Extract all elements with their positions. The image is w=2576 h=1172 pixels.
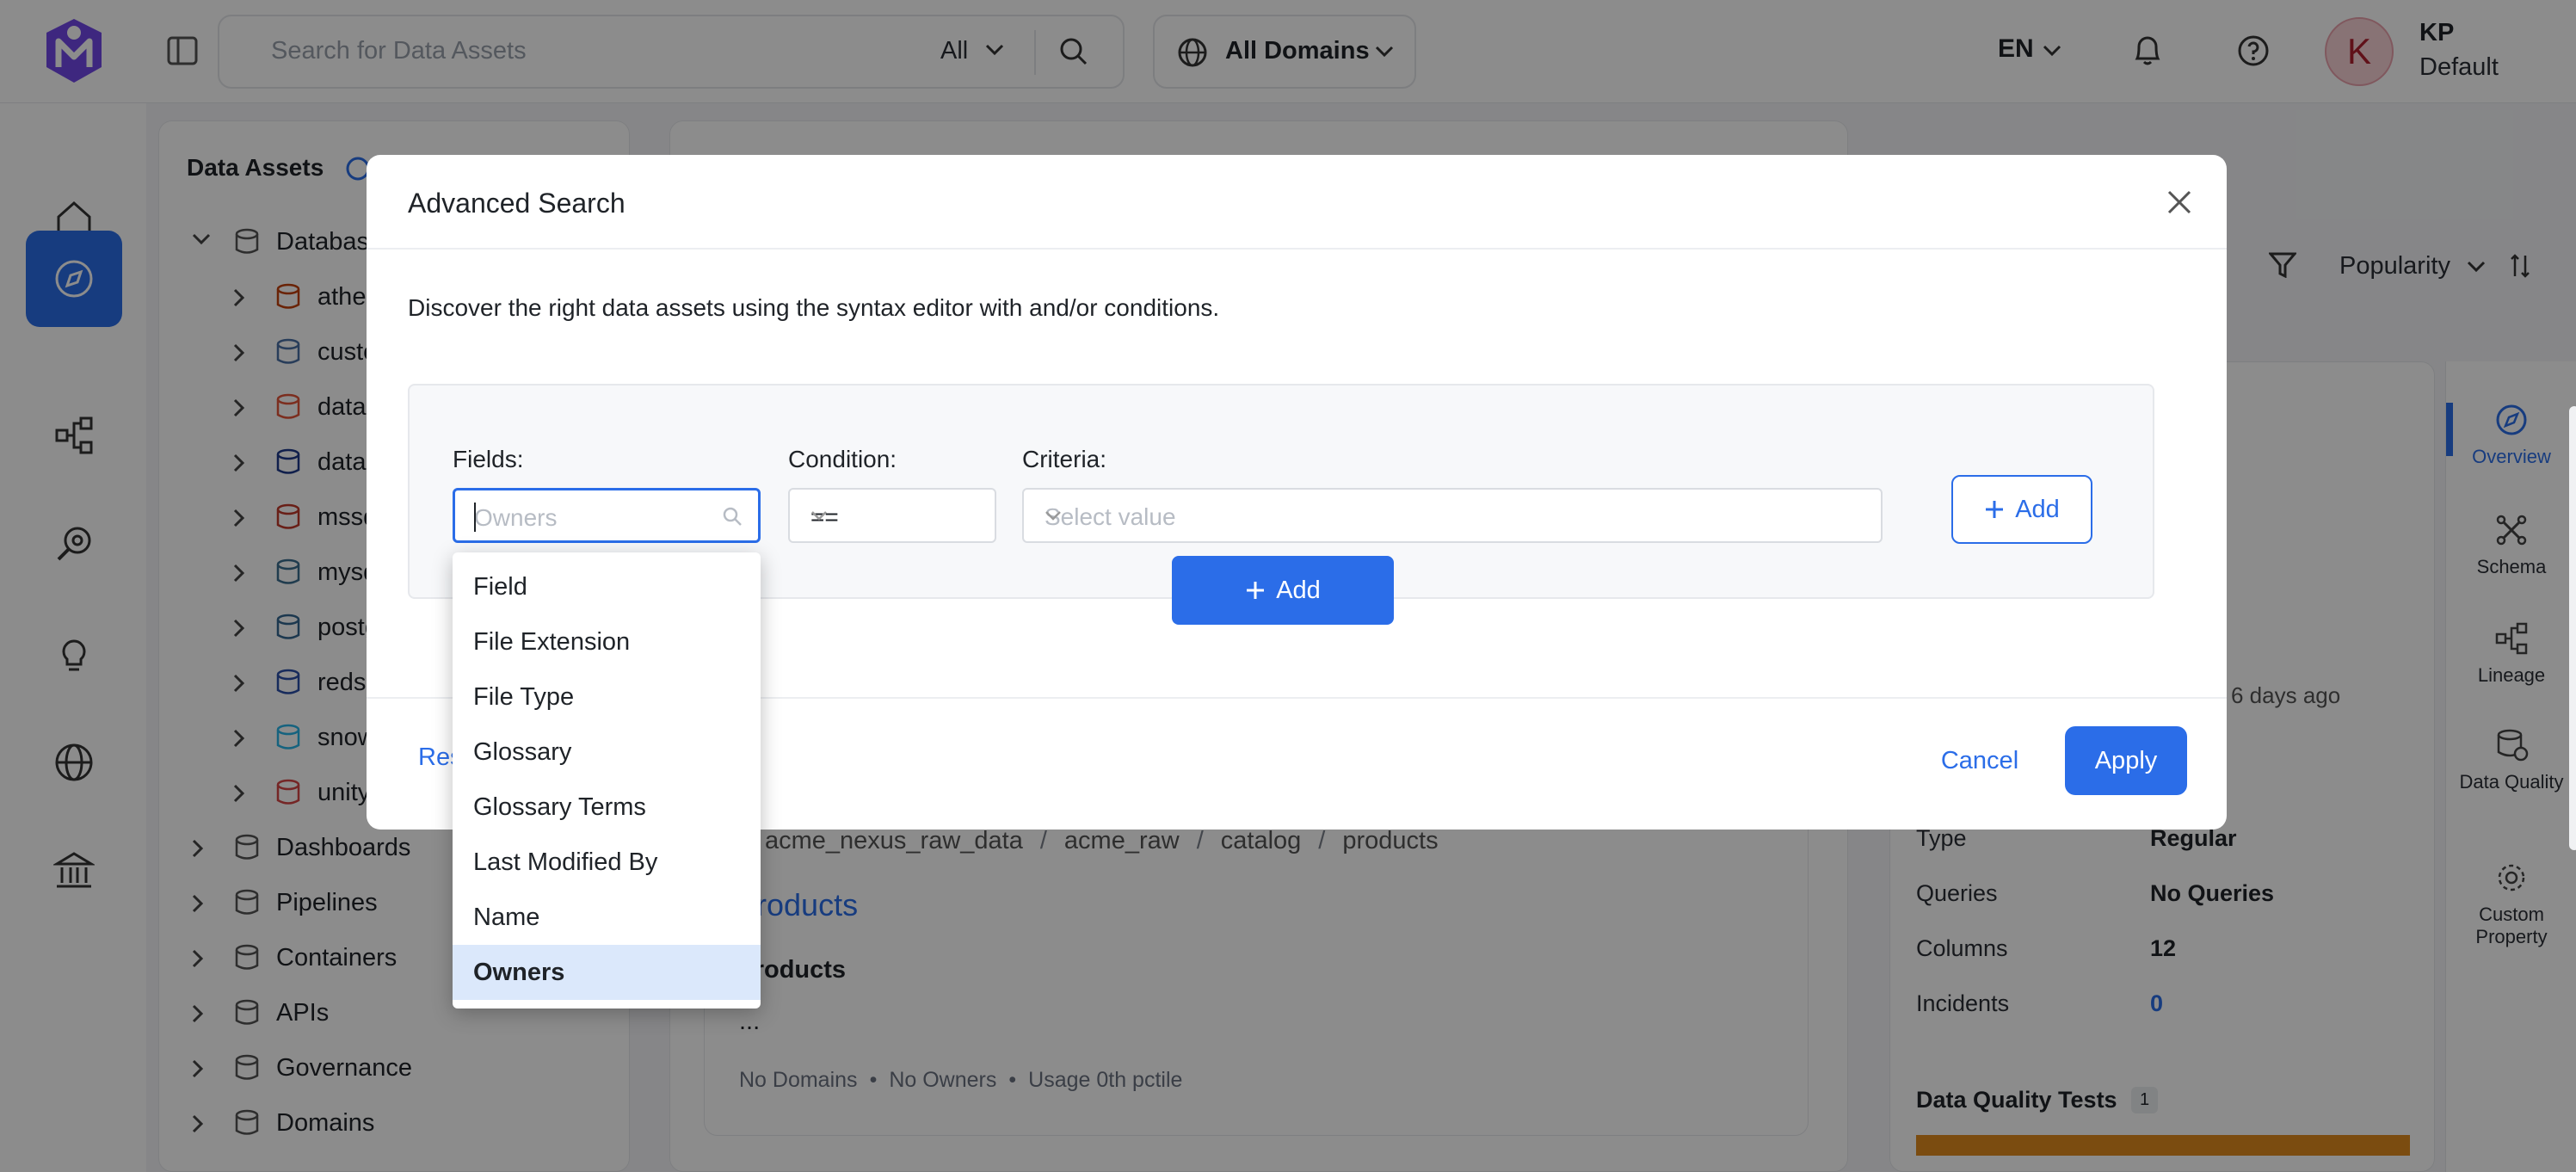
condition-select[interactable]: == bbox=[788, 488, 996, 543]
dropdown-option[interactable]: File Type bbox=[453, 669, 761, 725]
criteria-label: Criteria: bbox=[1022, 446, 1107, 472]
search-icon bbox=[722, 506, 743, 527]
dropdown-option[interactable]: File Extension bbox=[453, 614, 761, 669]
divider bbox=[367, 248, 2227, 250]
plus-icon bbox=[1245, 580, 1266, 601]
modal-scrollbar[interactable] bbox=[2569, 406, 2576, 850]
add-rule-label: Add bbox=[2015, 495, 2060, 523]
field-dropdown: Field File Extension File Type Glossary … bbox=[453, 552, 761, 1009]
add-rule-button[interactable]: Add bbox=[1951, 475, 2092, 544]
field-search-input[interactable]: Owners bbox=[453, 488, 761, 543]
field-search-placeholder: Owners bbox=[474, 504, 558, 531]
dropdown-option[interactable]: Last Modified By bbox=[453, 835, 761, 890]
dropdown-option-selected[interactable]: Owners bbox=[453, 945, 761, 1000]
dropdown-option[interactable]: Name bbox=[453, 890, 761, 945]
plus-icon bbox=[1984, 499, 2005, 520]
dropdown-option[interactable]: Glossary Terms bbox=[453, 780, 761, 835]
close-icon[interactable] bbox=[2166, 189, 2192, 215]
fields-label: Fields: bbox=[453, 446, 524, 472]
apply-label: Apply bbox=[2094, 746, 2158, 774]
dropdown-option[interactable]: Field bbox=[453, 559, 761, 614]
chevron-down-icon bbox=[810, 510, 976, 521]
dropdown-option[interactable]: Glossary bbox=[453, 725, 761, 780]
cancel-button[interactable]: Cancel bbox=[1915, 726, 2044, 795]
condition-label: Condition: bbox=[788, 446, 897, 472]
chevron-down-icon bbox=[1045, 510, 1862, 521]
add-group-label: Add bbox=[1276, 576, 1321, 604]
add-group-button[interactable]: Add bbox=[1172, 556, 1394, 625]
text-caret bbox=[474, 503, 476, 532]
modal-title: Advanced Search bbox=[408, 188, 626, 219]
modal-description: Discover the right data assets using the… bbox=[408, 294, 1220, 321]
cancel-label: Cancel bbox=[1940, 746, 2019, 774]
criteria-select[interactable]: Select value bbox=[1022, 488, 1883, 543]
apply-button[interactable]: Apply bbox=[2065, 726, 2187, 795]
